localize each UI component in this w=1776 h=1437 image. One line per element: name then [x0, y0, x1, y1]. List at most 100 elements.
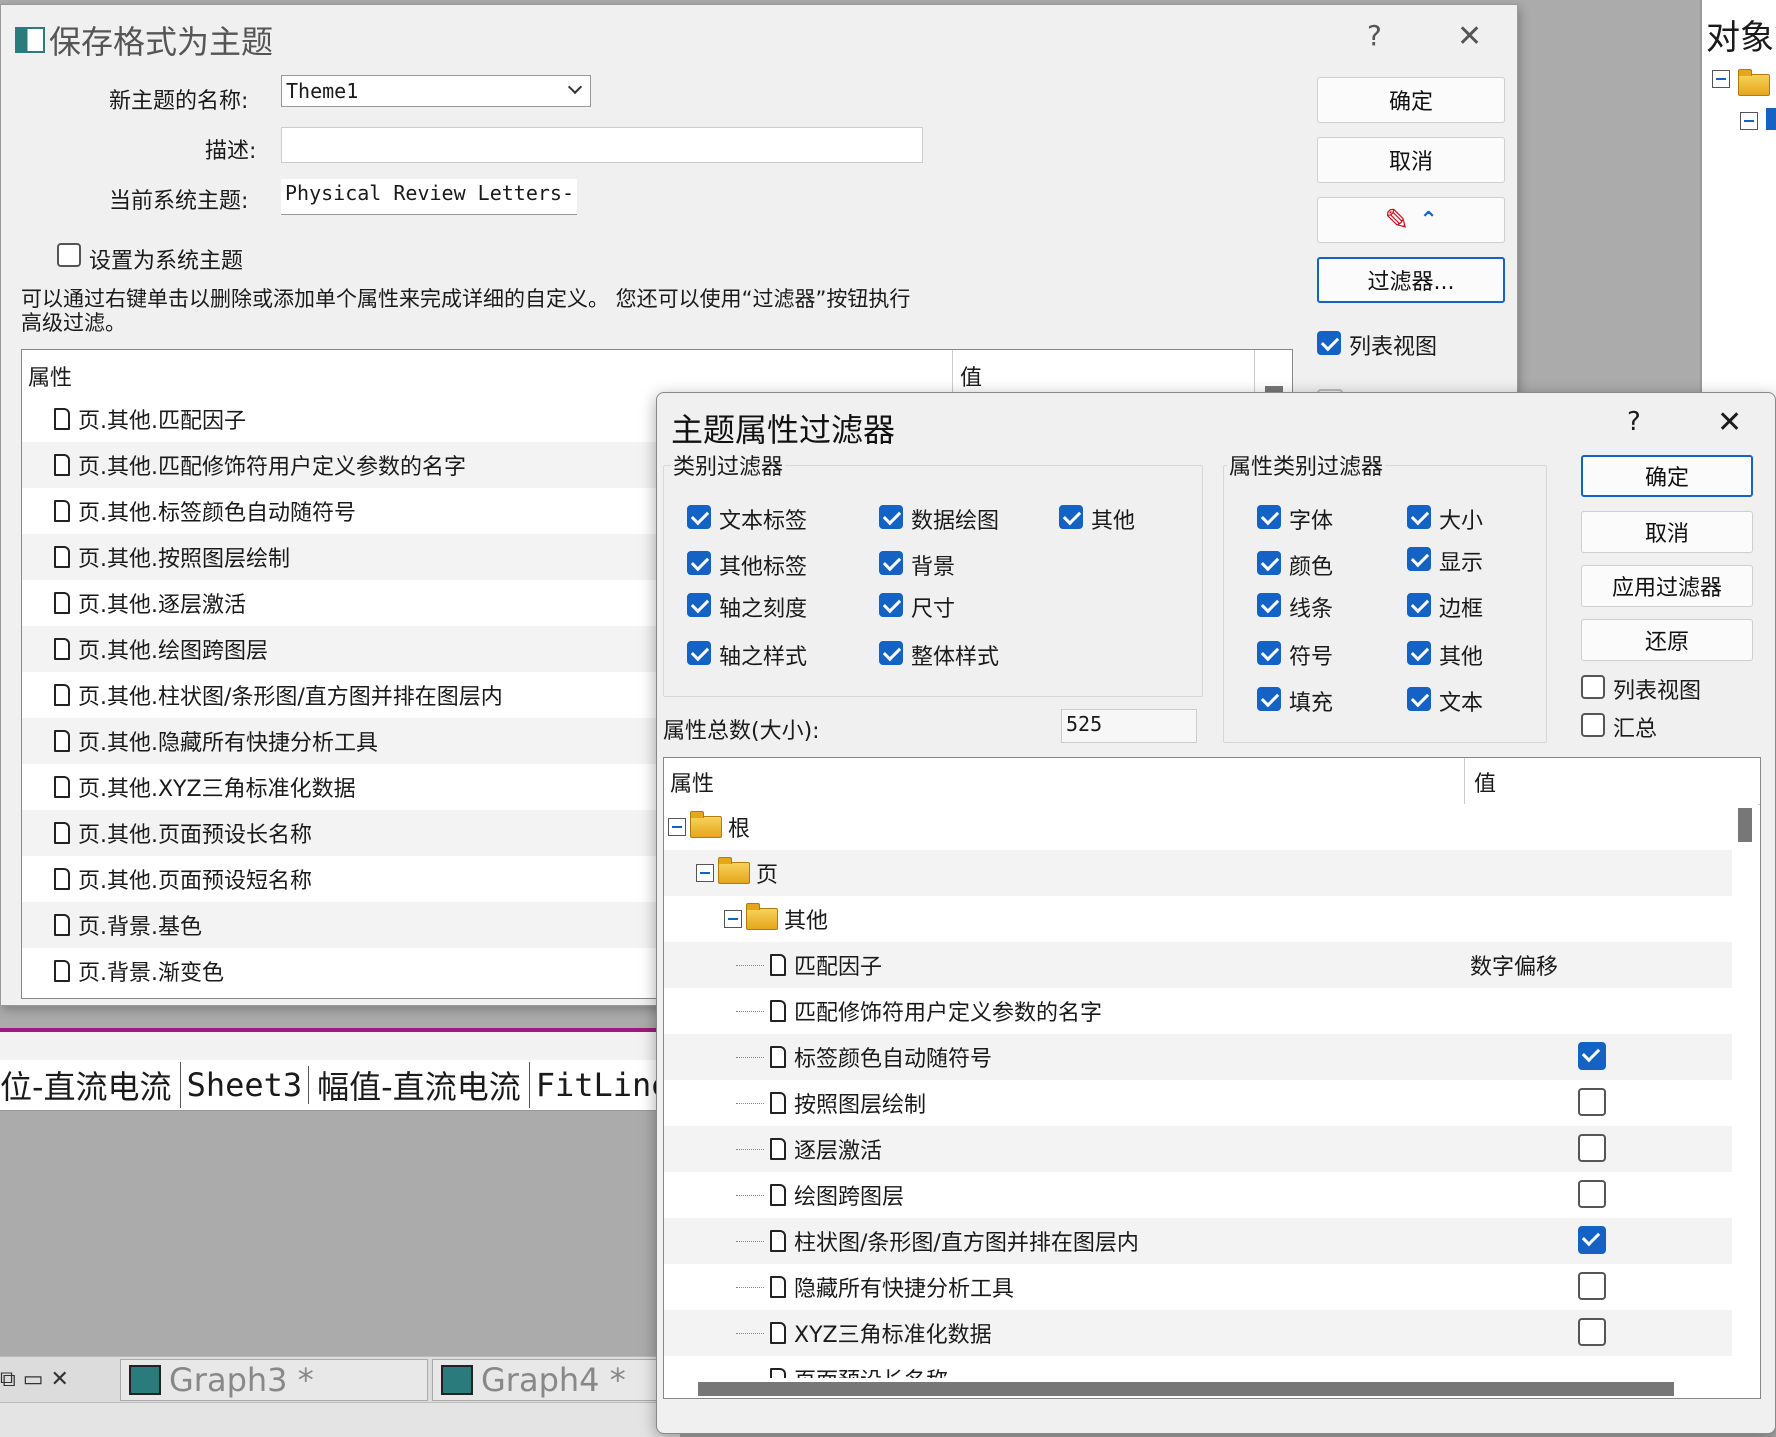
set-system-theme-label[interactable]: 设置为系统主题	[89, 243, 243, 275]
category-checkbox[interactable]	[687, 593, 711, 617]
tree-node-root[interactable]: 根	[664, 804, 1732, 850]
theme-name-combobox[interactable]: Theme1	[281, 75, 591, 107]
attribute-label[interactable]: 颜色	[1289, 549, 1333, 581]
set-system-theme-checkbox[interactable]	[57, 243, 81, 267]
tree-leaf-row[interactable]: 隐藏所有快捷分析工具	[664, 1264, 1732, 1310]
attribute-checkbox[interactable]	[1407, 593, 1431, 617]
tree-leaf-row[interactable]: 标签颜色自动随符号	[664, 1034, 1732, 1080]
value-checkbox[interactable]	[1578, 1226, 1606, 1254]
tree-node-other[interactable]: 其他	[664, 896, 1732, 942]
category-checkbox[interactable]	[879, 551, 903, 575]
category-label[interactable]: 背景	[911, 549, 955, 581]
attribute-label[interactable]: 线条	[1289, 591, 1333, 623]
horizontal-scrollbar[interactable]	[664, 1378, 1760, 1398]
tree-leaf-row[interactable]: XYZ三角标准化数据	[664, 1310, 1732, 1356]
category-label[interactable]: 尺寸	[911, 591, 955, 623]
attribute-label[interactable]: 边框	[1439, 591, 1483, 623]
tree-node-page[interactable]: 页	[664, 850, 1732, 896]
category-label[interactable]: 文本标签	[719, 503, 807, 535]
value-checkbox[interactable]	[1578, 1272, 1606, 1300]
category-label[interactable]: 其他	[1091, 503, 1135, 535]
ok-button[interactable]: 确定	[1581, 455, 1753, 497]
tree-toggle-icon[interactable]	[1740, 108, 1758, 133]
col-header-property[interactable]: 属性	[28, 360, 72, 392]
tree-leaf-row[interactable]: 柱状图/条形图/直方图并排在图层内	[664, 1218, 1732, 1264]
graph-tab[interactable]: Graph3 *	[120, 1359, 428, 1401]
vertical-scrollbar[interactable]	[1732, 804, 1758, 1378]
scrollbar-thumb[interactable]	[1738, 808, 1752, 842]
col-header-value[interactable]: 值	[960, 360, 982, 392]
collapse-toggle-icon[interactable]	[668, 818, 686, 836]
cancel-button[interactable]: 取消	[1581, 511, 1753, 553]
window-controls[interactable]: ⧉ ▭ ✕	[0, 1367, 69, 1392]
col-header-value[interactable]: 值	[1474, 766, 1496, 798]
help-button[interactable]: ?	[1367, 19, 1382, 52]
category-label[interactable]: 整体样式	[911, 639, 999, 671]
sheet-tab[interactable]: 位-直流电流	[0, 1062, 181, 1108]
value-checkbox[interactable]	[1578, 1318, 1606, 1346]
attribute-checkbox[interactable]	[1407, 687, 1431, 711]
category-label[interactable]: 轴之刻度	[719, 591, 807, 623]
category-label[interactable]: 其他标签	[719, 549, 807, 581]
attribute-label[interactable]: 字体	[1289, 503, 1333, 535]
col-header-property[interactable]: 属性	[670, 766, 714, 798]
attribute-checkbox[interactable]	[1407, 641, 1431, 665]
category-checkbox[interactable]	[879, 641, 903, 665]
tree-leaf-row[interactable]: 匹配修饰符用户定义参数的名字	[664, 988, 1732, 1034]
category-checkbox[interactable]	[687, 641, 711, 665]
category-checkbox[interactable]	[1059, 505, 1083, 529]
description-input[interactable]	[281, 127, 923, 163]
tree-toggle-icon[interactable]	[1712, 66, 1730, 91]
apply-filter-button[interactable]: 应用过滤器	[1581, 565, 1753, 607]
attribute-checkbox[interactable]	[1257, 505, 1281, 529]
value-checkbox[interactable]	[1578, 1088, 1606, 1116]
value-checkbox[interactable]	[1578, 1134, 1606, 1162]
attribute-checkbox[interactable]	[1407, 505, 1431, 529]
tree-leaf-value[interactable]: 数字偏移	[1470, 949, 1558, 981]
graph-tab[interactable]: Graph4 *	[432, 1359, 684, 1401]
filter-button[interactable]: 过滤器...	[1317, 257, 1505, 303]
attribute-label[interactable]: 其他	[1439, 639, 1483, 671]
tree-leaf-row[interactable]: 匹配因子 数字偏移	[664, 942, 1732, 988]
attribute-label[interactable]: 显示	[1439, 545, 1483, 577]
close-button[interactable]: ✕	[1457, 19, 1482, 54]
restore-button[interactable]: 还原	[1581, 619, 1753, 661]
attribute-checkbox[interactable]	[1257, 593, 1281, 617]
category-label[interactable]: 数据绘图	[911, 503, 999, 535]
value-checkbox[interactable]	[1578, 1180, 1606, 1208]
attribute-label[interactable]: 大小	[1439, 503, 1483, 535]
attribute-checkbox[interactable]	[1257, 687, 1281, 711]
category-checkbox[interactable]	[687, 551, 711, 575]
help-button[interactable]: ?	[1627, 407, 1641, 437]
sheet-tab[interactable]: 幅值-直流电流	[309, 1062, 530, 1108]
value-checkbox[interactable]	[1578, 1042, 1606, 1070]
summary-label[interactable]: 汇总	[1613, 711, 1657, 743]
scrollbar-thumb[interactable]	[698, 1382, 1674, 1396]
list-view-label[interactable]: 列表视图	[1349, 329, 1437, 361]
close-button[interactable]: ✕	[1717, 405, 1742, 440]
tree-leaf-row[interactable]: 逐层激活	[664, 1126, 1732, 1172]
tree-leaf-row[interactable]: 页面预设长名称	[664, 1356, 1732, 1378]
list-view-checkbox[interactable]	[1581, 675, 1605, 699]
category-label[interactable]: 轴之样式	[719, 639, 807, 671]
attribute-label[interactable]: 填充	[1289, 685, 1333, 717]
category-checkbox[interactable]	[687, 505, 711, 529]
list-view-label[interactable]: 列表视图	[1613, 673, 1701, 705]
attribute-checkbox[interactable]	[1257, 641, 1281, 665]
sheet-tab-active[interactable]: Sheet3	[181, 1066, 310, 1104]
attribute-label[interactable]: 符号	[1289, 639, 1333, 671]
ok-button[interactable]: 确定	[1317, 77, 1505, 123]
category-checkbox[interactable]	[879, 505, 903, 529]
summary-checkbox[interactable]	[1581, 713, 1605, 737]
category-checkbox[interactable]	[879, 593, 903, 617]
attribute-checkbox[interactable]	[1257, 551, 1281, 575]
tree-leaf-row[interactable]: 按照图层绘制	[664, 1080, 1732, 1126]
attribute-checkbox[interactable]	[1407, 547, 1431, 571]
collapse-toggle-icon[interactable]	[724, 910, 742, 928]
checkbox-icon[interactable]	[1766, 108, 1776, 130]
list-view-checkbox[interactable]	[1317, 331, 1341, 355]
attribute-label[interactable]: 文本	[1439, 685, 1483, 717]
tree-leaf-row[interactable]: 绘图跨图层	[664, 1172, 1732, 1218]
customize-button[interactable]: ✎ ⌃	[1317, 197, 1505, 243]
collapse-toggle-icon[interactable]	[696, 864, 714, 882]
